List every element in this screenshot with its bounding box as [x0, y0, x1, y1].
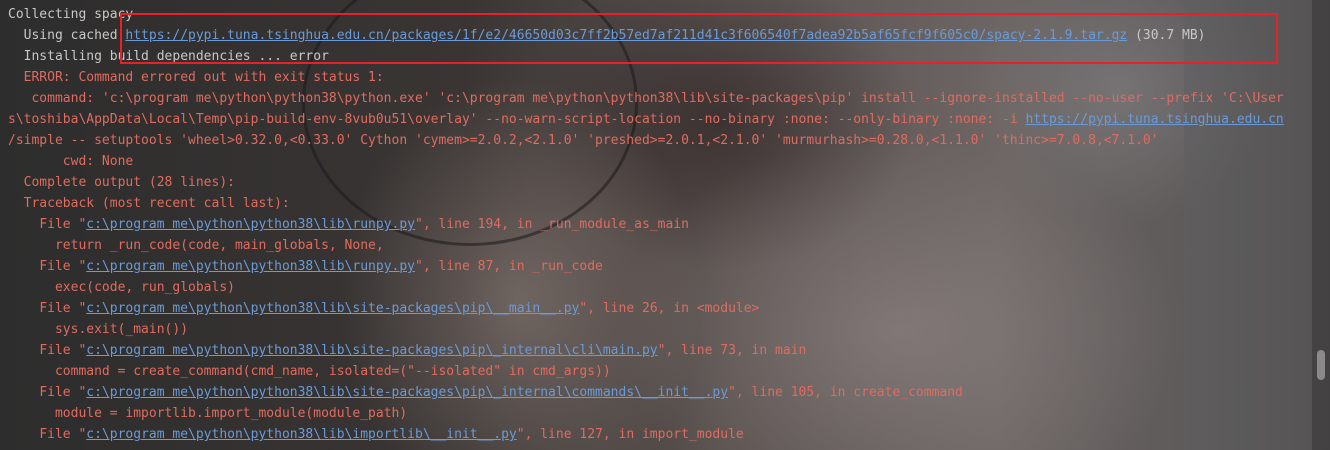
- terminal-line: File "c:\program me\python\python38\lib\…: [8, 298, 759, 319]
- vertical-scrollbar[interactable]: [1312, 0, 1330, 450]
- terminal-output[interactable]: Collecting spacy Using cached https://py…: [0, 0, 1312, 450]
- terminal-text: command: 'c:\program me\python\python38\…: [31, 91, 1284, 106]
- terminal-text: ", line 87, in _run_code: [415, 259, 603, 274]
- terminal-text: File ": [39, 427, 87, 442]
- terminal-link[interactable]: c:\program me\python\python38\lib\runpy.…: [86, 217, 415, 232]
- terminal-text: /simple -- setuptools 'wheel>0.32.0,<0.3…: [8, 133, 1159, 148]
- terminal-line: File "c:\program me\python\python38\lib\…: [8, 214, 689, 235]
- terminal-line: Complete output (28 lines):: [8, 172, 235, 193]
- terminal-text: command = create_command(cmd_name, isola…: [54, 364, 611, 379]
- terminal-text: File ": [39, 385, 87, 400]
- terminal-text: s\toshiba\AppData\Local\Temp\pip-build-e…: [8, 112, 1026, 127]
- scrollbar-thumb[interactable]: [1317, 350, 1325, 380]
- annotation-highlight-box: [120, 13, 1278, 64]
- terminal-line: exec(code, run_globals): [8, 277, 235, 298]
- terminal-text: sys.exit(_main()): [54, 322, 189, 337]
- terminal-text: File ": [39, 343, 87, 358]
- terminal-text: ", line 26, in <module>: [579, 301, 760, 316]
- terminal-line: File "c:\program me\python\python38\lib\…: [8, 340, 806, 361]
- terminal-link[interactable]: c:\program me\python\python38\lib\runpy.…: [86, 259, 415, 274]
- terminal-link[interactable]: c:\program me\python\python38\lib\site-p…: [86, 343, 657, 358]
- terminal-text: exec(code, run_globals): [54, 280, 235, 295]
- terminal-text: Using cached: [23, 28, 126, 43]
- terminal-line: Collecting spacy: [8, 4, 133, 25]
- terminal-link[interactable]: c:\program me\python\python38\lib\site-p…: [86, 385, 728, 400]
- terminal-text: File ": [39, 259, 87, 274]
- terminal-text: module = importlib.import_module(module_…: [54, 406, 408, 421]
- terminal-line: s\toshiba\AppData\Local\Temp\pip-build-e…: [8, 109, 1284, 130]
- terminal-line: /simple -- setuptools 'wheel>0.32.0,<0.3…: [8, 130, 1159, 151]
- terminal-line: Traceback (most recent call last):: [8, 193, 290, 214]
- terminal-link[interactable]: c:\program me\python\python38\lib\import…: [86, 427, 516, 442]
- terminal-text: File ": [39, 217, 87, 232]
- terminal-line: command: 'c:\program me\python\python38\…: [8, 88, 1284, 109]
- terminal-line: cwd: None: [8, 151, 133, 172]
- terminal-text: File ": [39, 301, 87, 316]
- terminal-line: ERROR: Command errored out with exit sta…: [8, 67, 384, 88]
- terminal-text: Traceback (most recent call last):: [23, 196, 290, 211]
- terminal-link[interactable]: https://pypi.tuna.tsinghua.edu.cn: [1025, 112, 1283, 127]
- terminal-text: ", line 105, in create_command: [728, 385, 963, 400]
- terminal-line: sys.exit(_main()): [8, 319, 188, 340]
- terminal-line: module = importlib.import_module(module_…: [8, 403, 407, 424]
- terminal-line: command = create_command(cmd_name, isola…: [8, 361, 611, 382]
- terminal-line: File "c:\program me\python\python38\lib\…: [8, 256, 603, 277]
- terminal-line: File "c:\program me\python\python38\lib\…: [8, 424, 744, 445]
- terminal-text: ", line 73, in main: [657, 343, 807, 358]
- terminal-text: ", line 127, in import_module: [516, 427, 744, 442]
- terminal-line: File "c:\program me\python\python38\lib\…: [8, 382, 963, 403]
- terminal-line: return _run_code(code, main_globals, Non…: [8, 235, 384, 256]
- terminal-text: cwd: None: [62, 154, 134, 169]
- terminal-text: Complete output (28 lines):: [23, 175, 235, 190]
- terminal-text: ", line 194, in _run_module_as_main: [415, 217, 689, 232]
- terminal-text: Collecting spacy: [8, 7, 134, 22]
- terminal-text: return _run_code(code, main_globals, Non…: [54, 238, 384, 253]
- terminal-text: ERROR: Command errored out with exit sta…: [23, 70, 384, 85]
- terminal-link[interactable]: c:\program me\python\python38\lib\site-p…: [86, 301, 579, 316]
